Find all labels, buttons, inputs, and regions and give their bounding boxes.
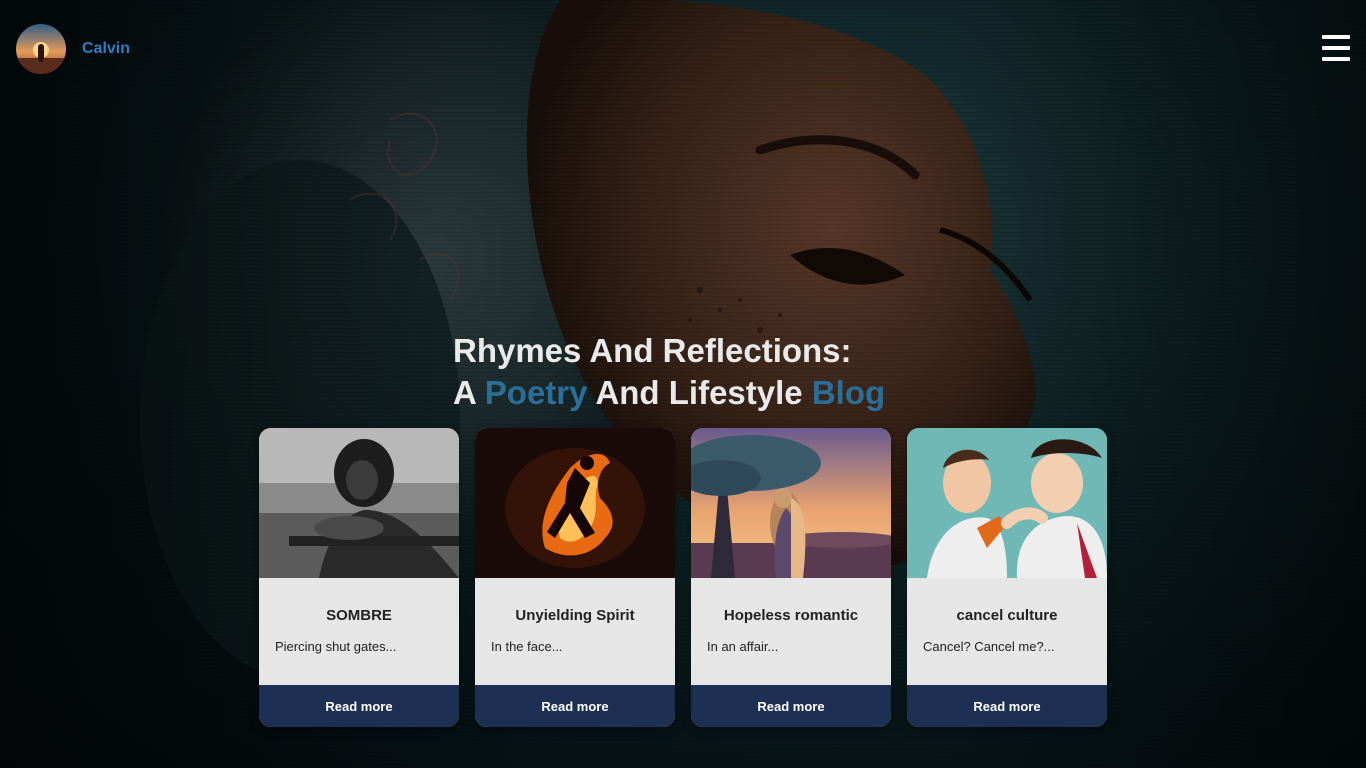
card-excerpt: In the face...: [491, 639, 563, 654]
couple-embracing-under-tree-at-sunset: [691, 428, 891, 578]
fiery-running-figure: [475, 428, 675, 578]
page: Calvin Rhymes And Reflections: A Poetry …: [0, 0, 1366, 768]
card-body: Unyielding Spirit In the face...: [475, 578, 675, 685]
card-excerpt: Cancel? Cancel me?...: [923, 639, 1055, 654]
hamburger-menu-icon[interactable]: [1322, 35, 1350, 61]
post-cards: SOMBRE Piercing shut gates... Read more …: [259, 428, 1107, 727]
hero-title-accent-blog: Blog: [811, 374, 886, 411]
hero-title-accent-poetry: Poetry: [484, 374, 588, 411]
post-card: cancel culture Cancel? Cancel me?... Rea…: [907, 428, 1107, 727]
read-more-button[interactable]: Read more: [475, 685, 675, 727]
grayscale-woman-leaning-on-railing: [259, 428, 459, 578]
card-excerpt: Piercing shut gates...: [275, 639, 397, 654]
avatar-person: [38, 44, 44, 62]
hero-title-text-a: A: [453, 374, 485, 411]
hero-title-line2: A Poetry And Lifestyle Blog: [453, 372, 885, 414]
menu-bar-middle: [1322, 46, 1350, 50]
post-card: SOMBRE Piercing shut gates... Read more: [259, 428, 459, 727]
card-title[interactable]: Hopeless romantic: [707, 607, 875, 624]
read-more-button[interactable]: Read more: [691, 685, 891, 727]
card-body: cancel culture Cancel? Cancel me?...: [907, 578, 1107, 685]
profile-link[interactable]: Calvin: [16, 24, 130, 74]
hero-title-line1: Rhymes And Reflections:: [453, 332, 852, 369]
read-more-button[interactable]: Read more: [907, 685, 1107, 727]
card-excerpt: In an affair...: [707, 639, 779, 654]
user-name[interactable]: Calvin: [82, 40, 130, 58]
sunset-avatar: [16, 24, 66, 74]
post-card: Unyielding Spirit In the face... Read mo…: [475, 428, 675, 727]
card-body: SOMBRE Piercing shut gates...: [259, 578, 459, 685]
card-title[interactable]: SOMBRE: [275, 607, 443, 624]
post-card: Hopeless romantic In an affair... Read m…: [691, 428, 891, 727]
menu-bar-bottom: [1322, 57, 1350, 61]
read-more-button[interactable]: Read more: [259, 685, 459, 727]
cartoon-man-grabbing-another-by-tie: [907, 428, 1107, 578]
hero-title-text-b: And Lifestyle: [587, 374, 812, 411]
hero-title: Rhymes And Reflections: A Poetry And Lif…: [453, 330, 885, 414]
card-title[interactable]: Unyielding Spirit: [491, 607, 659, 624]
card-body: Hopeless romantic In an affair...: [691, 578, 891, 685]
menu-bar-top: [1322, 35, 1350, 39]
card-title[interactable]: cancel culture: [923, 607, 1091, 624]
